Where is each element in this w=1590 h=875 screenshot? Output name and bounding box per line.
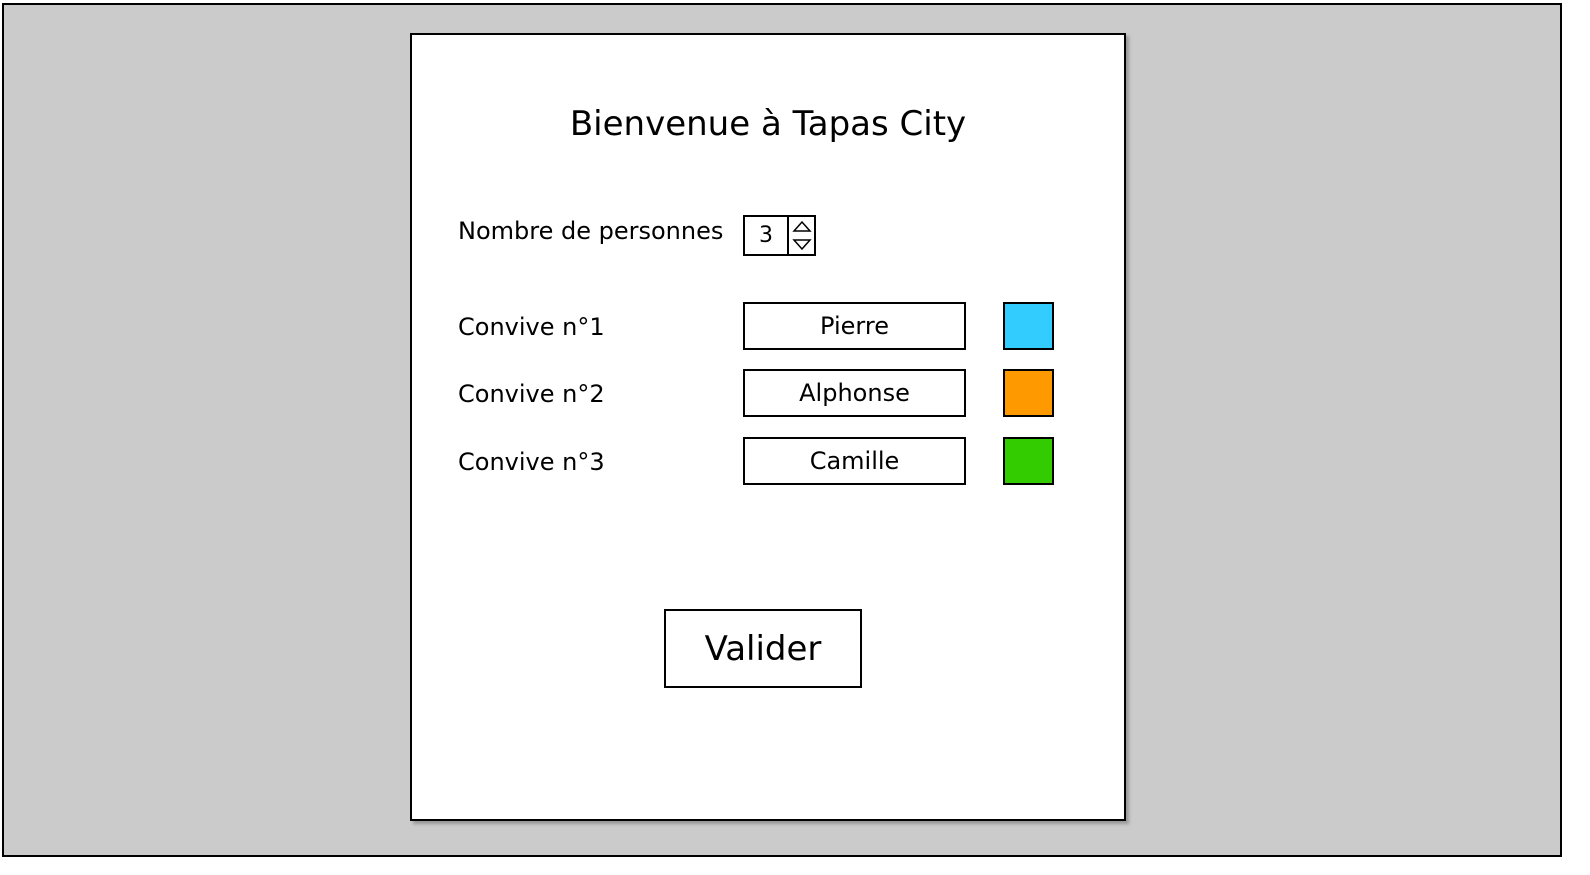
page-title: Bienvenue à Tapas City bbox=[569, 104, 967, 144]
guest-1-name-field[interactable]: Pierre bbox=[743, 302, 966, 350]
chevron-up-icon bbox=[791, 221, 812, 232]
guest-1-color-swatch[interactable] bbox=[1003, 302, 1054, 350]
decrement-button[interactable] bbox=[789, 236, 814, 255]
guest-3-color-swatch[interactable] bbox=[1003, 437, 1054, 485]
person-count-label: Nombre de personnes bbox=[458, 217, 724, 245]
guest-2-name-field[interactable]: Alphonse bbox=[743, 369, 966, 417]
increment-button[interactable] bbox=[789, 217, 814, 236]
guest-2-label: Convive n°2 bbox=[458, 380, 605, 408]
guest-3-name-field[interactable]: Camille bbox=[743, 437, 966, 485]
submit-button[interactable]: Valider bbox=[664, 609, 862, 688]
guest-3-label: Convive n°3 bbox=[458, 448, 605, 476]
welcome-dialog: Bienvenue à Tapas City Nombre de personn… bbox=[410, 33, 1126, 821]
guest-2-color-swatch[interactable] bbox=[1003, 369, 1054, 417]
stepper-buttons bbox=[789, 217, 814, 254]
page: Bienvenue à Tapas City Nombre de personn… bbox=[0, 0, 1590, 875]
chevron-down-icon bbox=[791, 239, 812, 250]
background-frame: Bienvenue à Tapas City Nombre de personn… bbox=[2, 3, 1562, 857]
person-count-value[interactable]: 3 bbox=[745, 217, 789, 254]
person-count-stepper[interactable]: 3 bbox=[743, 215, 816, 256]
guest-1-label: Convive n°1 bbox=[458, 313, 605, 341]
